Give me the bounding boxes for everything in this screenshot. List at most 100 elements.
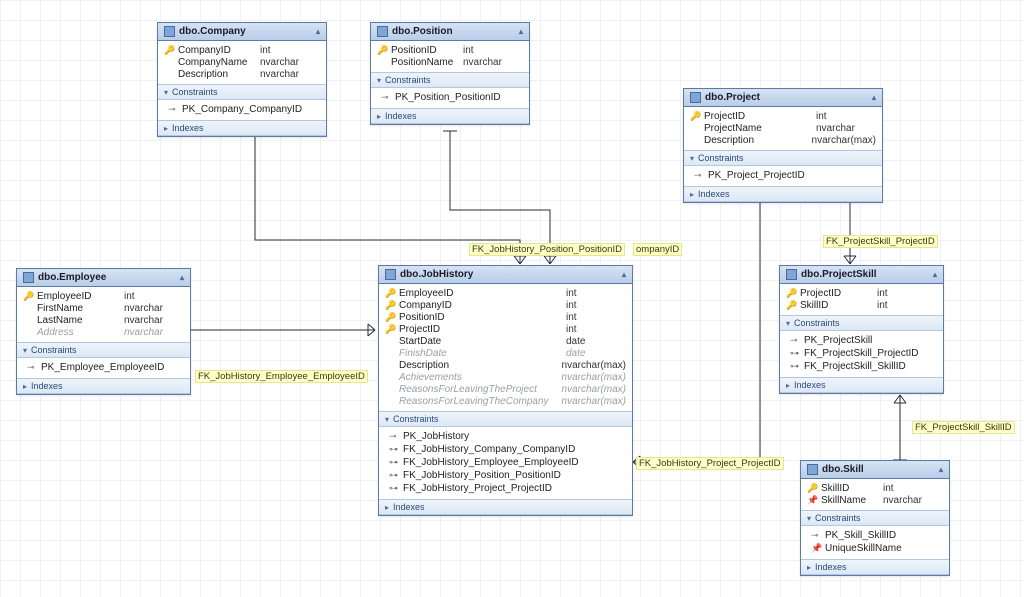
column-row[interactable]: 🔑ProjectIDint [784, 287, 939, 299]
constraint-icon: 📌 [811, 543, 821, 554]
entity-jobhistory[interactable]: dbo.JobHistory ▴ 🔑EmployeeIDint🔑CompanyI… [378, 265, 633, 516]
column-row[interactable]: FirstNamenvarchar [21, 302, 186, 314]
column-icon: 🔑 [690, 111, 700, 122]
column-row[interactable]: 🔑SkillIDint [784, 299, 939, 311]
indexes-header[interactable]: ▸Indexes [801, 559, 949, 575]
column-name: EmployeeID [399, 288, 562, 299]
constraint-name: PK_ProjectSkill [804, 335, 872, 346]
constraints-header[interactable]: ▾Constraints [158, 84, 326, 100]
entity-header[interactable]: dbo.Project ▴ [684, 89, 882, 107]
entity-header[interactable]: dbo.Skill ▴ [801, 461, 949, 479]
column-row[interactable]: 🔑EmployeeIDint [383, 287, 628, 299]
indexes-header[interactable]: ▸Indexes [371, 108, 529, 124]
column-row[interactable]: 📌SkillNamenvarchar [805, 494, 945, 506]
indexes-header[interactable]: ▸Indexes [158, 120, 326, 136]
constraint-row[interactable]: 📌UniqueSkillName [805, 542, 945, 555]
column-row[interactable]: ProjectNamenvarchar [688, 122, 878, 134]
entity-project[interactable]: dbo.Project ▴ 🔑ProjectIDintProjectNamenv… [683, 88, 883, 203]
entity-position[interactable]: dbo.Position ▴ 🔑PositionIDintPositionNam… [370, 22, 530, 125]
columns-section: 🔑ProjectIDintProjectNamenvarcharDescript… [684, 107, 882, 150]
column-row[interactable]: FinishDate date [383, 347, 628, 359]
column-name: FinishDate [399, 348, 562, 359]
column-name: Achievements [399, 372, 558, 383]
table-icon [23, 272, 34, 283]
constraint-row[interactable]: ⊶FK_JobHistory_Position_PositionID [383, 469, 628, 482]
entity-title: dbo.JobHistory [400, 269, 473, 280]
entity-skill[interactable]: dbo.Skill ▴ 🔑SkillIDint📌SkillNamenvarcha… [800, 460, 950, 576]
constraint-row[interactable]: ⊶FK_ProjectSkill_ProjectID [784, 347, 939, 360]
constraints-header[interactable]: ▾Constraints [684, 150, 882, 166]
constraints-header[interactable]: ▾Constraints [17, 342, 190, 358]
column-type: int [566, 288, 626, 299]
constraint-row[interactable]: ⊶FK_JobHistory_Company_CompanyID [383, 443, 628, 456]
entity-company[interactable]: dbo.Company ▴ 🔑CompanyIDintCompanyNamenv… [157, 22, 327, 137]
fk-label-jh-position: FK_JobHistory_Position_PositionID [469, 243, 625, 256]
constraint-row[interactable]: ⊸PK_Position_PositionID [375, 91, 525, 104]
column-type: date [566, 348, 626, 359]
column-row[interactable]: 🔑PositionIDint [375, 44, 525, 56]
entity-header[interactable]: dbo.Company ▴ [158, 23, 326, 41]
collapse-icon[interactable]: ▴ [933, 270, 937, 279]
column-icon: 📌 [807, 495, 817, 506]
constraints-header[interactable]: ▾Constraints [801, 510, 949, 526]
entity-title: dbo.Skill [822, 464, 864, 475]
constraint-row[interactable]: ⊶FK_ProjectSkill_SkillID [784, 360, 939, 373]
constraints-header[interactable]: ▾Constraints [379, 411, 632, 427]
column-row[interactable]: 🔑CompanyIDint [162, 44, 322, 56]
constraint-row[interactable]: ⊸PK_Skill_SkillID [805, 529, 945, 542]
indexes-header[interactable]: ▸Indexes [17, 378, 190, 394]
column-row[interactable]: Descriptionnvarchar(max) [383, 359, 628, 371]
column-row[interactable]: Descriptionnvarchar(max) [688, 134, 878, 146]
entity-title: dbo.Employee [38, 272, 106, 283]
column-row[interactable]: CompanyNamenvarchar [162, 56, 322, 68]
indexes-header[interactable]: ▸Indexes [379, 499, 632, 515]
column-row[interactable]: Addressnvarchar [21, 326, 186, 338]
column-name: PositionID [391, 45, 459, 56]
column-row[interactable]: StartDatedate [383, 335, 628, 347]
constraint-row[interactable]: ⊶FK_JobHistory_Project_ProjectID [383, 482, 628, 495]
constraint-row[interactable]: ⊸PK_JobHistory [383, 430, 628, 443]
constraint-row[interactable]: ⊸PK_Employee_EmployeeID [21, 361, 186, 374]
indexes-header[interactable]: ▸Indexes [780, 377, 943, 393]
constraint-row[interactable]: ⊶FK_JobHistory_Employee_EmployeeID [383, 456, 628, 469]
constraint-name: PK_Position_PositionID [395, 92, 501, 103]
entity-header[interactable]: dbo.ProjectSkill ▴ [780, 266, 943, 284]
entity-employee[interactable]: dbo.Employee ▴ 🔑EmployeeIDintFirstNamenv… [16, 268, 191, 395]
constraint-row[interactable]: ⊸PK_ProjectSkill [784, 334, 939, 347]
column-icon: 🔑 [23, 291, 33, 302]
column-name: SkillID [800, 300, 873, 311]
entity-header[interactable]: dbo.Position ▴ [371, 23, 529, 41]
collapse-icon[interactable]: ▴ [872, 93, 876, 102]
column-row[interactable]: ReasonsForLeavingTheCompanynvarchar(max) [383, 395, 628, 407]
column-row[interactable]: 🔑EmployeeIDint [21, 290, 186, 302]
collapse-icon[interactable]: ▴ [939, 465, 943, 474]
column-row[interactable]: 🔑ProjectIDint [383, 323, 628, 335]
constraints-header[interactable]: ▾Constraints [780, 315, 943, 331]
column-row[interactable]: 🔑SkillIDint [805, 482, 945, 494]
constraints-header[interactable]: ▾Constraints [371, 72, 529, 88]
column-icon: 🔑 [164, 45, 174, 56]
collapse-icon[interactable]: ▴ [519, 27, 523, 36]
collapse-icon[interactable]: ▴ [180, 273, 184, 282]
entity-header[interactable]: dbo.JobHistory ▴ [379, 266, 632, 284]
entity-projectskill[interactable]: dbo.ProjectSkill ▴ 🔑ProjectIDint🔑SkillID… [779, 265, 944, 394]
entity-header[interactable]: dbo.Employee ▴ [17, 269, 190, 287]
column-row[interactable]: LastNamenvarchar [21, 314, 186, 326]
column-row[interactable]: 🔑CompanyIDint [383, 299, 628, 311]
entity-title: dbo.Position [392, 26, 453, 37]
column-row[interactable]: ReasonsForLeavingTheProjectnvarchar(max) [383, 383, 628, 395]
column-row[interactable]: Descriptionnvarchar [162, 68, 322, 80]
indexes-header[interactable]: ▸Indexes [684, 186, 882, 202]
constraints-list: ⊸PK_Position_PositionID [371, 88, 529, 108]
column-row[interactable]: PositionNamenvarchar [375, 56, 525, 68]
constraint-row[interactable]: ⊸PK_Company_CompanyID [162, 103, 322, 116]
collapse-icon[interactable]: ▴ [622, 270, 626, 279]
column-row[interactable]: Achievementsnvarchar(max) [383, 371, 628, 383]
constraint-icon: ⊶ [790, 361, 800, 372]
constraint-icon: ⊶ [389, 470, 399, 481]
column-row[interactable]: 🔑ProjectIDint [688, 110, 878, 122]
constraint-row[interactable]: ⊸PK_Project_ProjectID [688, 169, 878, 182]
collapse-icon[interactable]: ▴ [316, 27, 320, 36]
column-row[interactable]: 🔑PositionIDint [383, 311, 628, 323]
columns-section: 🔑CompanyIDintCompanyNamenvarcharDescript… [158, 41, 326, 84]
